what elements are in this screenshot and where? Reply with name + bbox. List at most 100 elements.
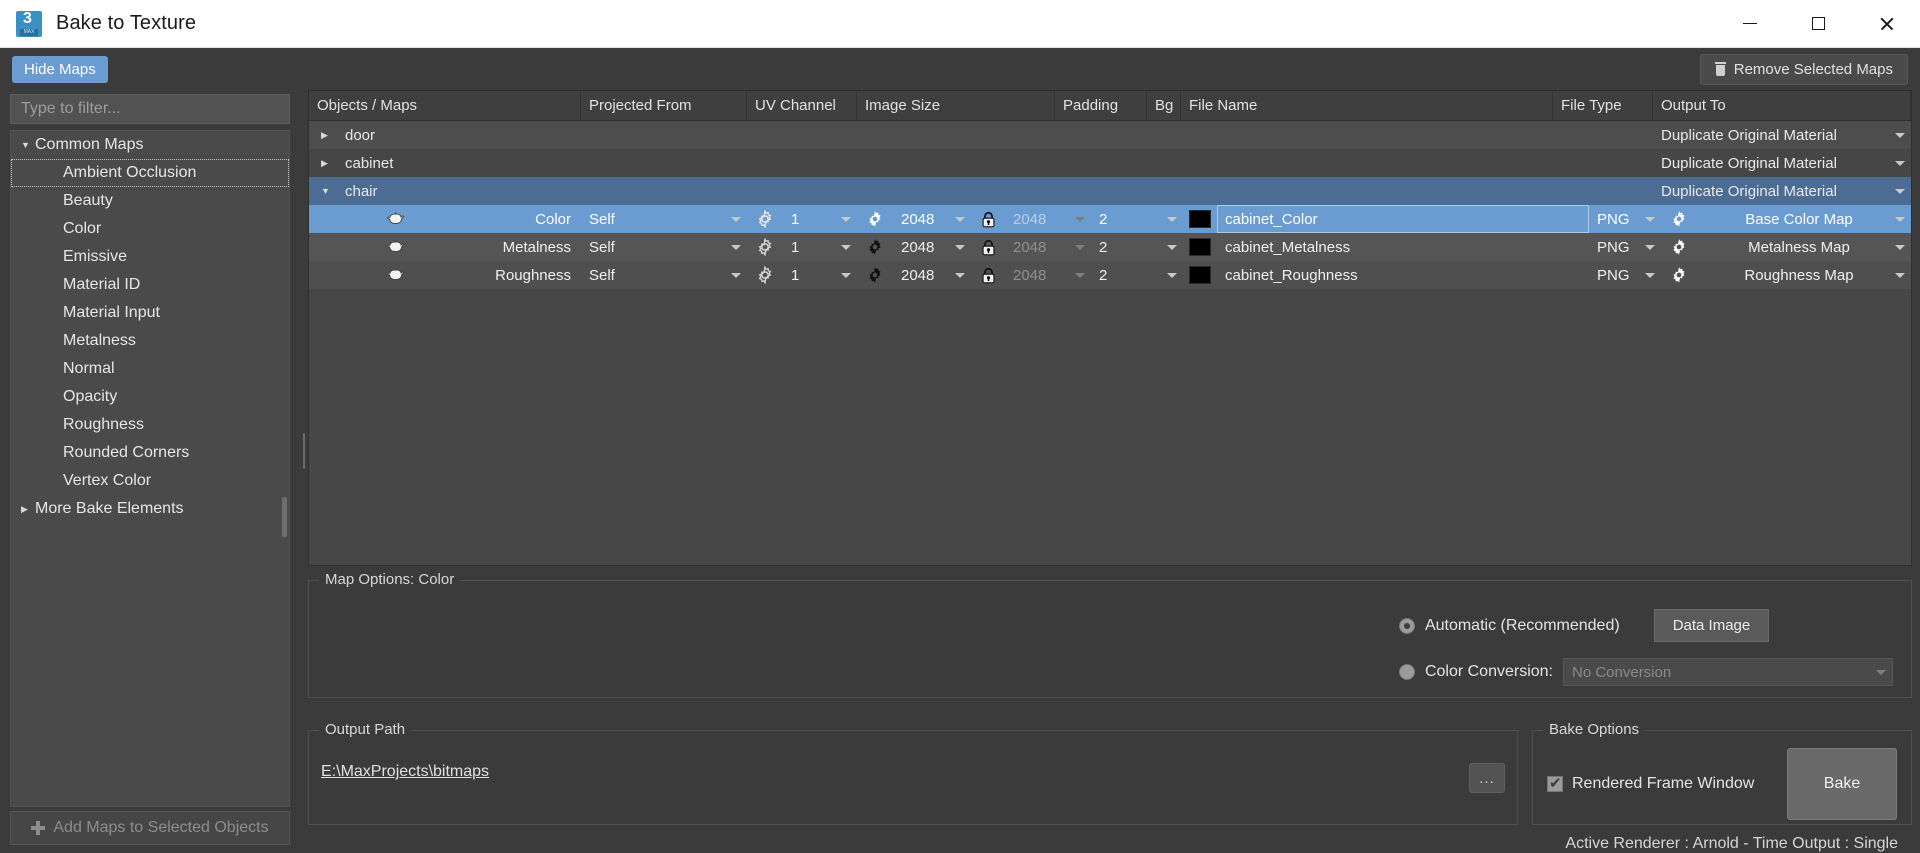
filter-input[interactable] — [10, 94, 290, 124]
add-maps-to-selected-objects-button[interactable]: Add Maps to Selected Objects — [10, 811, 290, 845]
browse-output-path-button[interactable]: ... — [1469, 763, 1505, 793]
projected-from-settings-button[interactable] — [747, 233, 783, 261]
tree-group-common-maps[interactable]: ▼ Common Maps — [11, 131, 289, 159]
sidebar-item-beauty[interactable]: Beauty — [11, 187, 289, 215]
projected-from-settings-button[interactable] — [747, 261, 783, 289]
file-type-settings-button[interactable] — [1661, 205, 1697, 233]
file-type-settings-button[interactable] — [1661, 233, 1697, 261]
output-path-link[interactable]: E:\MaxProjects\bitmaps — [321, 763, 489, 781]
plus-icon — [31, 821, 46, 835]
sidebar-item-opacity[interactable]: Opacity — [11, 383, 289, 411]
bg-color-swatch[interactable] — [1183, 205, 1217, 233]
file-name-input[interactable]: cabinet_Roughness — [1217, 261, 1589, 289]
sidebar-scrollbar-thumb[interactable] — [282, 497, 287, 537]
column-uv-channel[interactable]: UV Channel — [747, 91, 857, 120]
file-type-dropdown[interactable]: PNG — [1589, 205, 1661, 233]
uv-channel-dropdown[interactable]: 1 — [783, 233, 857, 261]
uv-channel-settings-button[interactable] — [857, 233, 893, 261]
image-height-dropdown[interactable]: 2048 — [1005, 205, 1091, 233]
tree-group-more-bake-elements[interactable]: ▶ More Bake Elements — [11, 495, 289, 523]
object-output-to-dropdown[interactable]: Duplicate Original Material — [1653, 149, 1911, 177]
padding-dropdown[interactable]: 2 — [1091, 233, 1183, 261]
table-row-map[interactable]: Color Self 1 2048 2048 2 cabinet_Color P… — [309, 205, 1911, 233]
rendered-frame-window-checkbox[interactable] — [1547, 774, 1563, 792]
file-name-input[interactable]: cabinet_Color — [1217, 205, 1589, 233]
column-projected-from[interactable]: Projected From — [581, 91, 747, 120]
sidebar-item-color[interactable]: Color — [11, 215, 289, 243]
map-output-to-dropdown[interactable]: Base Color Map — [1697, 205, 1911, 233]
app-logo-icon: 3 MAX — [16, 10, 42, 37]
chevron-right-icon[interactable]: ▶ — [321, 130, 335, 140]
column-file-name[interactable]: File Name — [1181, 91, 1553, 120]
file-name-input[interactable]: cabinet_Metalness — [1217, 233, 1589, 261]
automatic-radio[interactable] — [1398, 617, 1415, 634]
sidebar-item-material-id[interactable]: Material ID — [11, 271, 289, 299]
image-size-lock-button[interactable] — [971, 205, 1005, 233]
bg-color-swatch[interactable] — [1183, 261, 1217, 289]
uv-channel-settings-button[interactable] — [857, 261, 893, 289]
hide-maps-button[interactable]: Hide Maps — [12, 55, 108, 83]
table-row-map[interactable]: Metalness Self 1 2048 2048 2 cabinet_Met… — [309, 233, 1911, 261]
uv-channel-dropdown[interactable]: 1 — [783, 205, 857, 233]
bg-color-icon — [1189, 266, 1211, 284]
image-width-dropdown[interactable]: 2048 — [893, 261, 971, 289]
color-conversion-radio[interactable] — [1398, 664, 1415, 681]
map-output-to-dropdown[interactable]: Roughness Map — [1697, 261, 1911, 289]
uv-channel-settings-button[interactable] — [857, 205, 893, 233]
image-width-dropdown[interactable]: 2048 — [893, 233, 971, 261]
chevron-right-icon[interactable]: ▶ — [321, 158, 335, 168]
padding-dropdown[interactable]: 2 — [1091, 261, 1183, 289]
panel-splitter[interactable] — [300, 90, 308, 853]
data-image-button[interactable]: Data Image — [1653, 609, 1770, 643]
object-output-to-dropdown[interactable]: Duplicate Original Material — [1653, 121, 1911, 149]
projected-from-value: Self — [589, 266, 615, 284]
object-output-to-dropdown[interactable]: Duplicate Original Material — [1653, 177, 1911, 205]
chevron-down-icon[interactable]: ▼ — [321, 186, 335, 196]
bg-color-icon — [1189, 210, 1211, 228]
image-size-lock-button[interactable] — [971, 233, 1005, 261]
column-objects-maps[interactable]: Objects / Maps — [309, 91, 581, 120]
sidebar-item-vertex-color[interactable]: Vertex Color — [11, 467, 289, 495]
sidebar-item-emissive[interactable]: Emissive — [11, 243, 289, 271]
sidebar-item-ambient-occlusion[interactable]: Ambient Occlusion — [11, 159, 289, 187]
map-output-to-dropdown[interactable]: Metalness Map — [1697, 233, 1911, 261]
projected-from-dropdown[interactable]: Self — [581, 233, 747, 261]
projected-from-settings-button[interactable] — [747, 205, 783, 233]
padding-dropdown[interactable]: 2 — [1091, 205, 1183, 233]
table-row-map[interactable]: Roughness Self 1 2048 2048 2 cabinet_Rou… — [309, 261, 1911, 289]
column-image-size[interactable]: Image Size — [857, 91, 1055, 120]
title-bar: 3 MAX Bake to Texture — [0, 0, 1920, 48]
file-type-dropdown[interactable]: PNG — [1589, 261, 1661, 289]
uv-channel-dropdown[interactable]: 1 — [783, 261, 857, 289]
close-button[interactable] — [1852, 0, 1920, 48]
sidebar-item-normal[interactable]: Normal — [11, 355, 289, 383]
minimize-button[interactable] — [1716, 0, 1784, 48]
file-type-dropdown[interactable]: PNG — [1589, 233, 1661, 261]
image-width-dropdown[interactable]: 2048 — [893, 205, 971, 233]
sidebar-item-roughness[interactable]: Roughness — [11, 411, 289, 439]
sidebar-item-rounded-corners[interactable]: Rounded Corners — [11, 439, 289, 467]
sidebar-item-metalness[interactable]: Metalness — [11, 327, 289, 355]
color-conversion-dropdown[interactable]: No Conversion — [1563, 658, 1893, 687]
bake-button[interactable]: Bake — [1787, 747, 1897, 820]
column-padding[interactable]: Padding — [1055, 91, 1147, 120]
image-height-dropdown[interactable]: 2048 — [1005, 233, 1091, 261]
maximize-button[interactable] — [1784, 0, 1852, 48]
table-row-object-cabinet[interactable]: ▶ cabinet Duplicate Original Material — [309, 149, 1911, 177]
projected-from-dropdown[interactable]: Self — [581, 205, 747, 233]
chevron-down-icon — [1895, 217, 1905, 222]
file-type-settings-button[interactable] — [1661, 261, 1697, 289]
chevron-down-icon — [1075, 217, 1085, 222]
sidebar-scrollbar[interactable] — [282, 167, 287, 758]
bg-color-swatch[interactable] — [1183, 233, 1217, 261]
table-row-object-door[interactable]: ▶ door Duplicate Original Material — [309, 121, 1911, 149]
column-file-type[interactable]: File Type — [1553, 91, 1653, 120]
column-bg[interactable]: Bg — [1147, 91, 1181, 120]
image-height-dropdown[interactable]: 2048 — [1005, 261, 1091, 289]
remove-selected-maps-button[interactable]: Remove Selected Maps — [1699, 53, 1908, 85]
image-size-lock-button[interactable] — [971, 261, 1005, 289]
column-output-to[interactable]: Output To — [1653, 91, 1911, 120]
table-row-object-chair[interactable]: ▼ chair Duplicate Original Material — [309, 177, 1911, 205]
projected-from-dropdown[interactable]: Self — [581, 261, 747, 289]
sidebar-item-material-input[interactable]: Material Input — [11, 299, 289, 327]
